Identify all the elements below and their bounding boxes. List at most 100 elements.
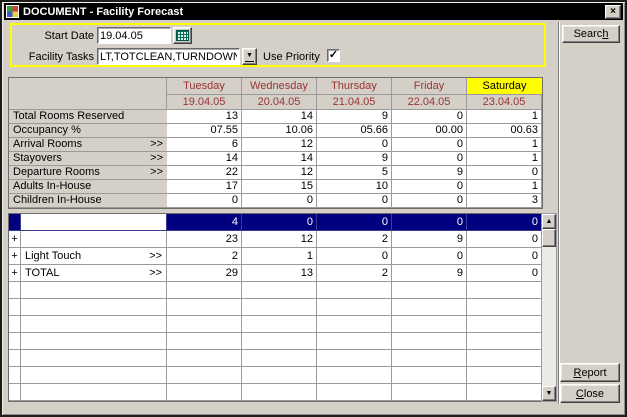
app-icon — [6, 5, 19, 18]
task-value-cell[interactable]: 0 — [242, 214, 317, 231]
task-row-label-cell — [21, 333, 167, 350]
task-value-cell[interactable]: 0 — [467, 214, 542, 231]
task-value-cell[interactable]: 2 — [317, 231, 392, 248]
task-value-cell[interactable]: 13 — [242, 265, 317, 282]
task-value-cell[interactable]: 0 — [467, 231, 542, 248]
close-button[interactable]: Close — [560, 384, 620, 403]
use-priority-label: Use Priority — [263, 50, 323, 64]
forecast-row-label-cell: Children In-House — [9, 194, 167, 208]
forecast-value-cell: 17 — [167, 180, 242, 194]
task-value-cell — [467, 299, 542, 316]
task-value-cell — [467, 316, 542, 333]
task-value-cell — [392, 333, 467, 350]
report-button[interactable]: Report — [560, 363, 620, 382]
tasks-scrollbar[interactable]: ▲ ▼ — [541, 213, 557, 402]
task-value-cell — [467, 384, 542, 401]
forecast-value-cell: 13 — [167, 110, 242, 124]
forecast-value-cell: 00.00 — [392, 124, 467, 138]
task-value-cell — [167, 333, 242, 350]
task-value-cell[interactable]: 0 — [467, 265, 542, 282]
task-value-cell[interactable]: 0 — [317, 248, 392, 265]
task-value-cell — [242, 384, 317, 401]
forecast-value-cell: 0 — [392, 110, 467, 124]
close-window-button[interactable]: × — [605, 5, 621, 19]
task-value-cell[interactable]: 12 — [242, 231, 317, 248]
task-value-cell — [467, 333, 542, 350]
row-label: Occupancy % — [13, 125, 81, 136]
task-value-cell — [392, 367, 467, 384]
task-value-cell[interactable]: 29 — [167, 265, 242, 282]
task-row-label-cell[interactable]: Light Touch>> — [21, 248, 167, 265]
task-expand-cell — [9, 350, 21, 367]
task-value-cell — [392, 316, 467, 333]
forecast-row-label-cell: Occupancy % — [9, 124, 167, 138]
task-value-cell — [317, 299, 392, 316]
date-header-cell: 23.04.05 — [467, 95, 542, 110]
forecast-value-cell: 0 — [167, 194, 242, 208]
task-value-cell — [242, 333, 317, 350]
forecast-row-label-cell[interactable]: Arrival Rooms>> — [9, 138, 167, 152]
task-row-label-cell[interactable]: Guest Turndown>> — [21, 214, 167, 231]
task-expand-cell[interactable]: + — [9, 265, 21, 282]
forecast-row-label-cell[interactable]: Departure Rooms>> — [9, 166, 167, 180]
task-value-cell[interactable]: 0 — [392, 214, 467, 231]
task-value-cell — [167, 316, 242, 333]
task-value-cell[interactable]: 9 — [392, 265, 467, 282]
row-label: Total Rooms Reserved — [13, 111, 124, 122]
task-value-cell[interactable]: 9 — [392, 231, 467, 248]
task-expand-cell[interactable]: + — [9, 248, 21, 265]
facility-forecast-window: DOCUMENT - Facility Forecast × Start Dat… — [0, 0, 627, 417]
scroll-up-button[interactable]: ▲ — [542, 214, 556, 229]
start-date-input[interactable] — [97, 27, 171, 44]
scrollbar-thumb[interactable] — [542, 229, 556, 247]
date-header-cell: 19.04.05 — [167, 95, 242, 110]
task-row-label-cell[interactable]: TOTAL >> — [21, 265, 167, 282]
calendar-button[interactable] — [173, 27, 192, 44]
task-value-cell[interactable]: 4 — [167, 214, 242, 231]
forecast-value-cell: 9 — [317, 152, 392, 166]
panel-divider — [558, 22, 560, 404]
start-date-label: Start Date — [22, 29, 94, 43]
date-header-cell: 21.04.05 — [317, 95, 392, 110]
task-value-cell[interactable]: 23 — [167, 231, 242, 248]
task-value-cell[interactable]: 0 — [467, 248, 542, 265]
forecast-value-cell: 5 — [317, 166, 392, 180]
task-value-cell — [167, 282, 242, 299]
task-value-cell[interactable]: 2 — [167, 248, 242, 265]
task-value-cell — [317, 282, 392, 299]
use-priority-checkbox[interactable]: ✓ — [327, 49, 340, 62]
forecast-row-label-cell[interactable]: Stayovers>> — [9, 152, 167, 166]
task-expand-cell[interactable]: + — [9, 231, 21, 248]
task-value-cell[interactable]: 1 — [242, 248, 317, 265]
forecast-value-cell: 22 — [167, 166, 242, 180]
day-header-cell: Tuesday — [167, 78, 242, 95]
task-value-cell[interactable]: 0 — [392, 248, 467, 265]
search-button[interactable]: Search — [562, 25, 620, 43]
task-expand-cell — [9, 384, 21, 401]
forecast-value-cell: 0 — [392, 152, 467, 166]
forecast-value-cell: 0 — [467, 166, 542, 180]
forecast-value-cell: 0 — [317, 194, 392, 208]
row-label: TOTAL — [25, 268, 59, 279]
forecast-value-cell: 0 — [392, 194, 467, 208]
forecast-row-label-cell: Total Rooms Reserved — [9, 110, 167, 124]
facility-tasks-lov-button[interactable]: ▼ — [242, 48, 257, 65]
facility-tasks-label: Facility Tasks — [12, 50, 94, 64]
forecast-value-cell: 0 — [392, 180, 467, 194]
forecast-header-corner — [9, 78, 167, 110]
task-value-cell[interactable]: 2 — [317, 265, 392, 282]
task-row-label-cell[interactable]: Total Cleaning>> — [21, 231, 167, 248]
row-label: Total Cleaning — [25, 234, 95, 245]
drilldown-arrow-icon: >> — [149, 268, 162, 279]
day-header-cell: Friday — [392, 78, 467, 95]
forecast-value-cell: 00.63 — [467, 124, 542, 138]
forecast-value-cell: 0 — [392, 138, 467, 152]
task-expand-cell[interactable] — [9, 214, 21, 231]
task-row-label-cell — [21, 282, 167, 299]
facility-tasks-input[interactable] — [97, 48, 240, 65]
forecast-value-cell: 12 — [242, 166, 317, 180]
scroll-down-button[interactable]: ▼ — [542, 386, 556, 401]
task-value-cell[interactable]: 0 — [317, 214, 392, 231]
tasks-table: Guest Turndown>>40000+Total Cleaning>>23… — [8, 213, 543, 402]
day-header-cell: Saturday — [467, 78, 542, 95]
